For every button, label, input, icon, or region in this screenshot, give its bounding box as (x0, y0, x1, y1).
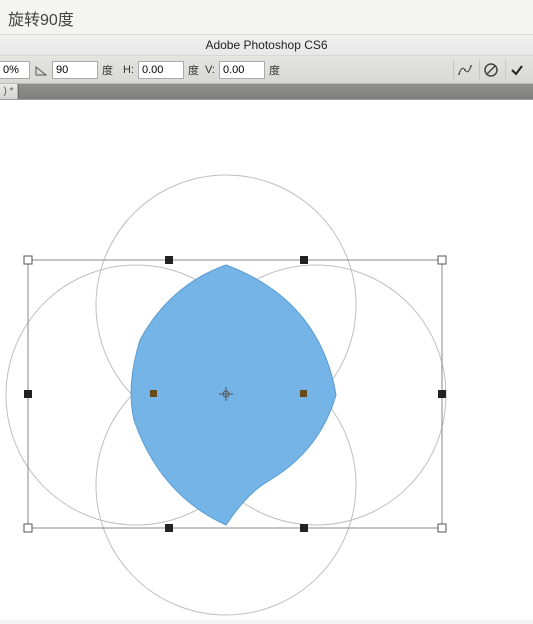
app-titlebar: Adobe Photoshop CS6 (0, 34, 533, 56)
rotation-angle-input[interactable] (52, 61, 98, 79)
transform-handle-e[interactable] (438, 390, 446, 398)
transform-handle-w[interactable] (24, 390, 32, 398)
transform-handle-nw[interactable] (24, 256, 32, 264)
warp-icon (457, 63, 473, 77)
tab-stub[interactable]: ) * (0, 84, 18, 99)
transform-ref-right[interactable] (300, 390, 307, 397)
options-bar: 度 H: 度 V: 度 (0, 56, 533, 84)
canvas[interactable] (0, 100, 533, 620)
transform-handle-n1[interactable] (165, 256, 173, 264)
h-skew-label: H: (123, 64, 134, 76)
transform-ref-left[interactable] (150, 390, 157, 397)
angle-unit-label: 度 (102, 62, 113, 78)
transform-handle-s2[interactable] (300, 524, 308, 532)
transform-handle-ne[interactable] (438, 256, 446, 264)
canvas-content (0, 100, 533, 620)
document-tabs: ) * 提交 (0, 84, 533, 100)
commit-transform-button[interactable] (505, 60, 527, 80)
transform-handle-n2[interactable] (300, 256, 308, 264)
transform-handle-se[interactable] (438, 524, 446, 532)
h-unit-label: 度 (188, 62, 199, 78)
h-skew-input[interactable] (138, 61, 184, 79)
angle-icon (34, 63, 48, 77)
cancel-icon (483, 62, 499, 78)
scale-input[interactable] (0, 61, 30, 79)
warp-mode-button[interactable] (453, 60, 475, 80)
tabs-empty-area (18, 84, 533, 99)
v-skew-input[interactable] (219, 61, 265, 79)
page-title: 旋转90度 (0, 0, 533, 34)
transform-handle-s1[interactable] (165, 524, 173, 532)
check-icon (509, 62, 525, 78)
v-skew-label: V: (205, 64, 215, 76)
cancel-transform-button[interactable] (479, 60, 501, 80)
transform-handle-sw[interactable] (24, 524, 32, 532)
app-frame: Adobe Photoshop CS6 度 H: 度 V: 度 (0, 34, 533, 620)
v-unit-label: 度 (269, 62, 280, 78)
